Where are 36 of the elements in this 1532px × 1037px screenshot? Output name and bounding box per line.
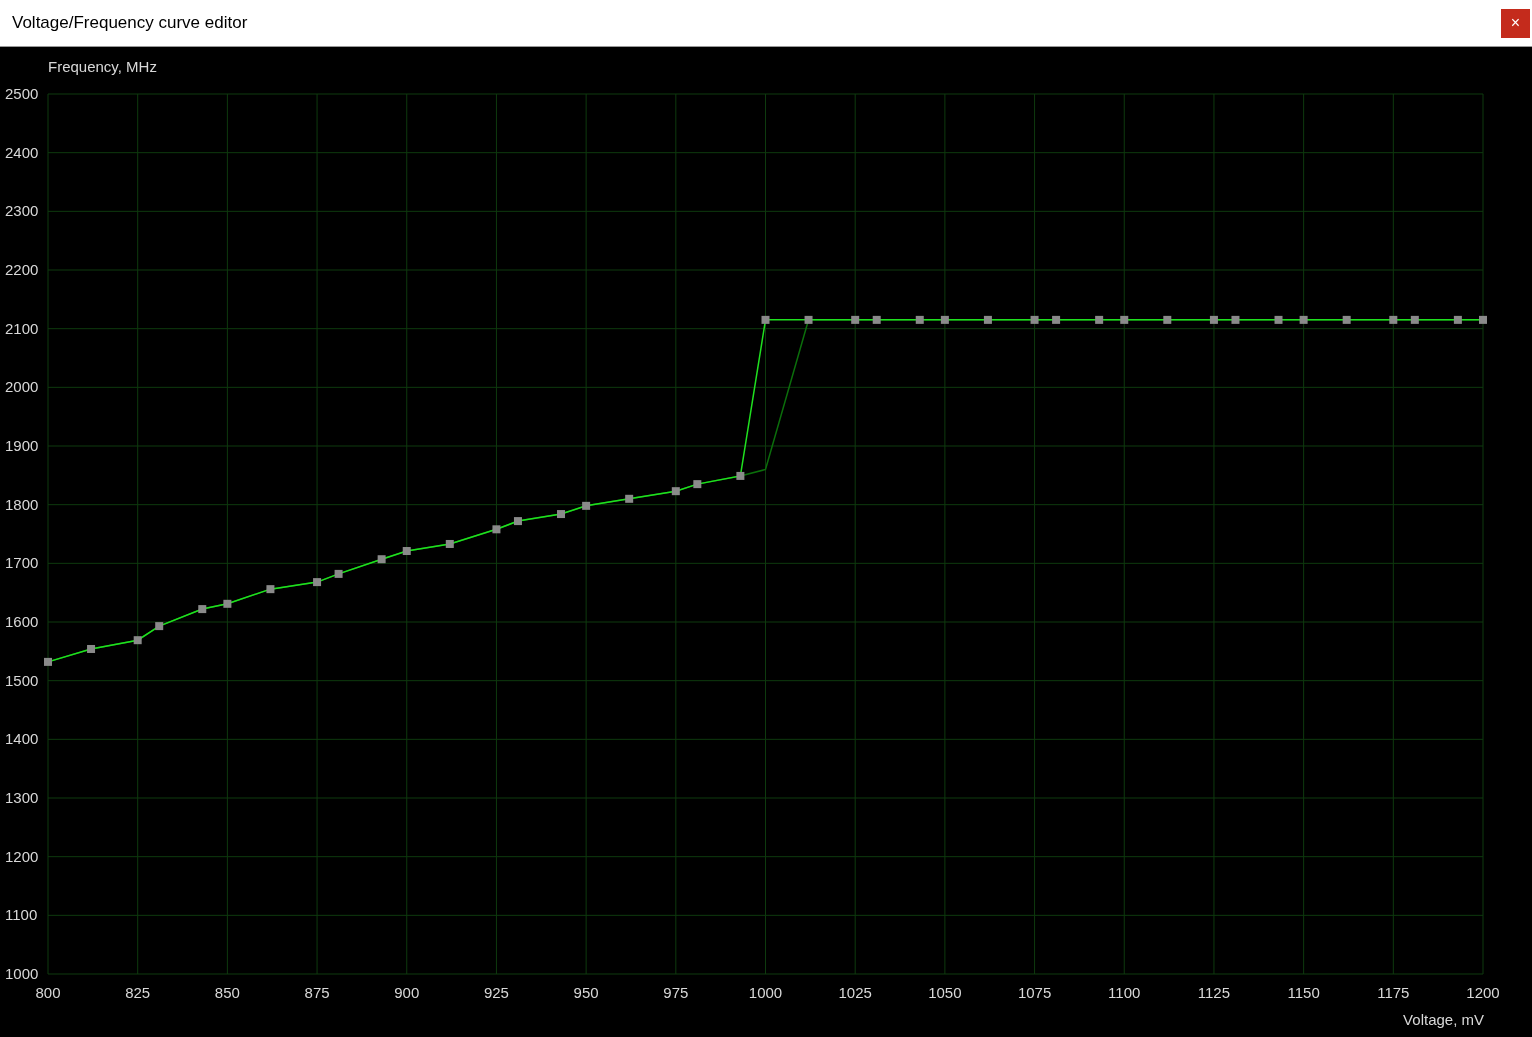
x-axis-tick-label: 1075 bbox=[1017, 984, 1052, 1001]
x-axis-tick-label: 1125 bbox=[1197, 984, 1231, 1001]
x-axis-tick-label: 1050 bbox=[928, 984, 962, 1001]
y-axis-tick-label: 2100 bbox=[5, 319, 39, 337]
y-axis-tick-label: 2300 bbox=[5, 202, 39, 220]
x-axis-tick-label: 925 bbox=[483, 984, 509, 1001]
y-axis-tick-label: 1100 bbox=[5, 906, 38, 924]
y-axis-tick-label: 1300 bbox=[5, 789, 39, 806]
y-axis-tick-label: 1900 bbox=[5, 437, 39, 454]
x-axis-tick-label: 875 bbox=[304, 984, 330, 1001]
y-axis-tick-label: 2000 bbox=[5, 378, 39, 396]
x-axis-title: Voltage, mV bbox=[1403, 1011, 1484, 1028]
x-axis-tick-label: 975 bbox=[663, 984, 689, 1001]
y-axis-tick-label: 2400 bbox=[5, 143, 39, 161]
y-axis-tick-label: 2500 bbox=[5, 85, 39, 102]
x-axis-tick-label: 825 bbox=[125, 984, 151, 1001]
y-axis-title: Frequency, MHz bbox=[48, 58, 157, 75]
x-axis-tick-label: 1150 bbox=[1287, 984, 1320, 1001]
x-axis-tick-label: 900 bbox=[394, 984, 420, 1001]
x-axis-tick-label: 950 bbox=[573, 984, 599, 1001]
y-axis-tick-label: 1800 bbox=[5, 495, 39, 513]
x-axis-tick-label: 850 bbox=[214, 984, 240, 1001]
x-axis-tick-label: 800 bbox=[35, 984, 61, 1001]
y-axis-tick-label: 1000 bbox=[5, 965, 39, 982]
x-axis-tick-label: 1000 bbox=[748, 984, 783, 1001]
x-axis-tick-label: 1200 bbox=[1466, 984, 1500, 1001]
y-axis-tick-label: 2200 bbox=[5, 261, 39, 278]
y-axis-tick-label: 1600 bbox=[5, 613, 39, 630]
y-axis-tick-label: 1500 bbox=[5, 671, 39, 689]
x-axis-tick-label: 1100 bbox=[1108, 984, 1141, 1001]
y-axis-tick-label: 1700 bbox=[5, 554, 39, 572]
y-axis-tick-label: 1200 bbox=[5, 847, 39, 865]
window-title: Voltage/Frequency curve editor bbox=[12, 13, 248, 33]
y-axis-tick-label: 1400 bbox=[5, 730, 39, 748]
x-axis-tick-label: 1175 bbox=[1377, 984, 1410, 1001]
x-axis-tick-label: 1025 bbox=[838, 984, 872, 1001]
